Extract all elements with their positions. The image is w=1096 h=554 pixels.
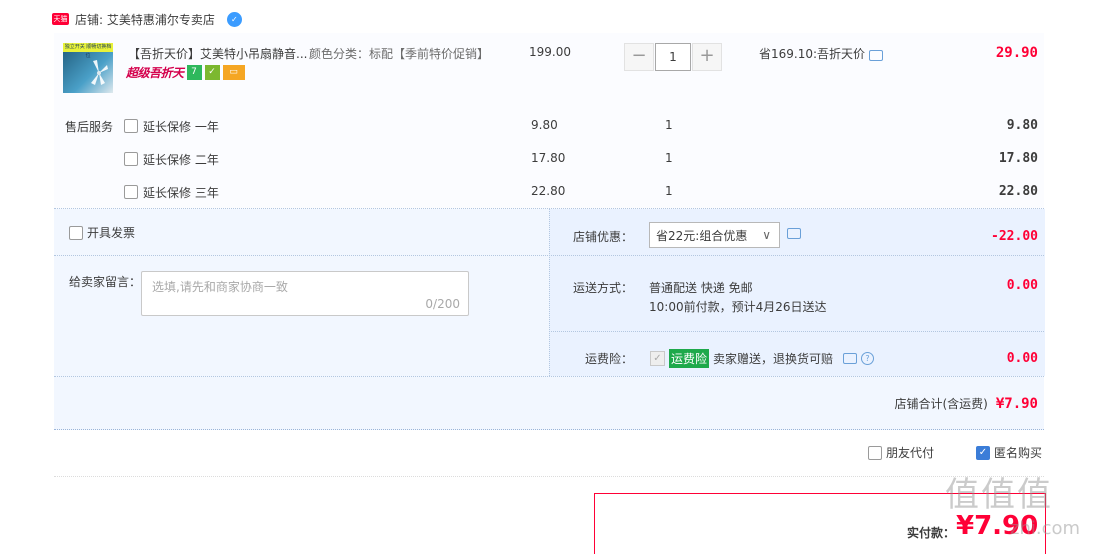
anonymous-checkbox[interactable]: ✓: [976, 445, 990, 460]
seven-day-return-icon: 7: [186, 65, 202, 80]
shop-coupon-value: -22.00: [991, 229, 1038, 244]
service-checkbox[interactable]: [124, 119, 138, 133]
item-badges: 超级吾折天 7 ✓ ▭: [126, 64, 245, 81]
friend-pay-checkbox[interactable]: [868, 445, 882, 460]
insurance-tag: 运费险: [669, 349, 710, 368]
quantity-stepper: − 1 +: [624, 43, 722, 71]
service-qty: 1: [665, 151, 673, 165]
item-total: 29.90: [995, 45, 1038, 61]
shop-coupon-label: 店铺优惠：: [573, 230, 634, 244]
item-sku: 颜色分类：标配【季前特价促销】: [309, 47, 490, 61]
freight-insurance: ✓ 运费险 卖家赠送，退换货可赔 ?: [650, 349, 875, 368]
service-row: 延长保修 一年: [124, 117, 219, 135]
shop-name-link[interactable]: 店铺: 艾美特惠浦尔专卖店: [75, 11, 215, 28]
service-name: 延长保修 二年: [143, 152, 219, 167]
discount-text: 省169.10:吾折天价: [759, 47, 866, 61]
divider: [549, 255, 1044, 256]
shop-coupon-select[interactable]: 省22元:组合优惠 ∨: [649, 222, 780, 248]
subtotal-value: ¥7.90: [995, 395, 1038, 412]
service-price: 9.80: [531, 118, 558, 132]
friend-pay-option: 朋友代付: [868, 444, 934, 461]
service-price: 22.80: [531, 184, 566, 198]
message-char-count: 0/200: [425, 297, 460, 311]
insurance-checkbox: ✓: [650, 351, 665, 366]
anonymous-option: ✓ 匿名购买: [976, 444, 1042, 461]
qty-input[interactable]: 1: [655, 43, 691, 71]
insurance-value: 0.00: [1006, 351, 1038, 366]
anonymous-label: 匿名购买: [994, 446, 1043, 460]
seller-message-input[interactable]: 选填,请先和商家协商一致 0/200: [141, 271, 469, 316]
service-total: 22.80: [998, 184, 1038, 199]
item-price: 199.00: [529, 45, 571, 59]
shipping-value: 0.00: [1006, 278, 1038, 293]
divider: [54, 255, 548, 256]
divider: [54, 376, 1044, 377]
watermark-url: zhi.com: [1010, 518, 1081, 539]
service-checkbox[interactable]: [124, 185, 138, 199]
subtotal-label: 店铺合计(含运费): [894, 397, 988, 411]
divider: [54, 476, 1044, 477]
service-qty: 1: [665, 184, 673, 198]
qty-minus-button[interactable]: −: [624, 43, 654, 71]
invoice-option: 开具发票: [69, 224, 135, 241]
shipping-eta: 10:00前付款，预计4月26日送达: [649, 300, 827, 314]
service-row: 延长保修 三年: [124, 183, 219, 201]
guarantee-icon: ✓: [204, 65, 220, 80]
service-total: 17.80: [998, 151, 1038, 166]
friend-pay-label: 朋友代付: [886, 446, 935, 460]
service-qty: 1: [665, 118, 673, 132]
super-discount-badge: 超级吾折天: [126, 66, 184, 80]
service-name: 延长保修 一年: [143, 119, 219, 134]
shop-subtotal: 店铺合计(含运费) ¥7.90: [894, 395, 1038, 412]
comment-icon[interactable]: [869, 50, 884, 61]
coupon-selected: 省22元:组合优惠: [656, 228, 748, 243]
message-label: 给卖家留言：: [69, 275, 142, 289]
service-label: 售后服务: [65, 120, 114, 134]
help-icon[interactable]: ?: [861, 352, 875, 365]
insurance-text: 卖家赠送，退换货可赔: [713, 352, 834, 366]
comment-icon[interactable]: [787, 228, 801, 239]
freight-insurance-label: 运费险：: [585, 352, 634, 366]
invoice-label: 开具发票: [87, 226, 136, 240]
payment-label: 实付款：: [907, 526, 956, 540]
service-row: 延长保修 二年: [124, 150, 219, 168]
fan-image-icon: [91, 60, 108, 85]
invoice-checkbox[interactable]: [69, 225, 83, 240]
service-price: 17.80: [531, 151, 566, 165]
credit-card-icon: ▭: [222, 65, 245, 80]
qty-plus-button[interactable]: +: [692, 43, 722, 71]
shop-header: 天猫 店铺: 艾美特惠浦尔专卖店 ✓: [52, 10, 242, 28]
item-discount: 省169.10:吾折天价: [759, 45, 884, 62]
service-checkbox[interactable]: [124, 152, 138, 166]
watermark-logo: 值值值: [945, 475, 1053, 515]
service-name: 延长保修 三年: [143, 185, 219, 200]
wangwang-chat-icon[interactable]: ✓: [226, 11, 242, 27]
chevron-down-icon: ∨: [762, 228, 771, 242]
shipping-label: 运送方式：: [573, 281, 634, 295]
message-placeholder: 选填,请先和商家协商一致: [152, 280, 288, 294]
comment-icon[interactable]: [843, 353, 858, 364]
product-thumbnail[interactable]: 独立开关 顺畅切换档位: [63, 43, 113, 93]
item-title-link[interactable]: 【吾折天价】艾美特小吊扇静音...: [128, 45, 307, 62]
shipping-method: 普通配送 快递 免邮: [649, 281, 753, 295]
thumbnail-caption: 独立开关 顺畅切换档位: [63, 43, 113, 59]
divider: [549, 331, 1044, 332]
tmall-logo: 天猫: [52, 13, 69, 25]
service-total: 9.80: [1006, 118, 1038, 133]
